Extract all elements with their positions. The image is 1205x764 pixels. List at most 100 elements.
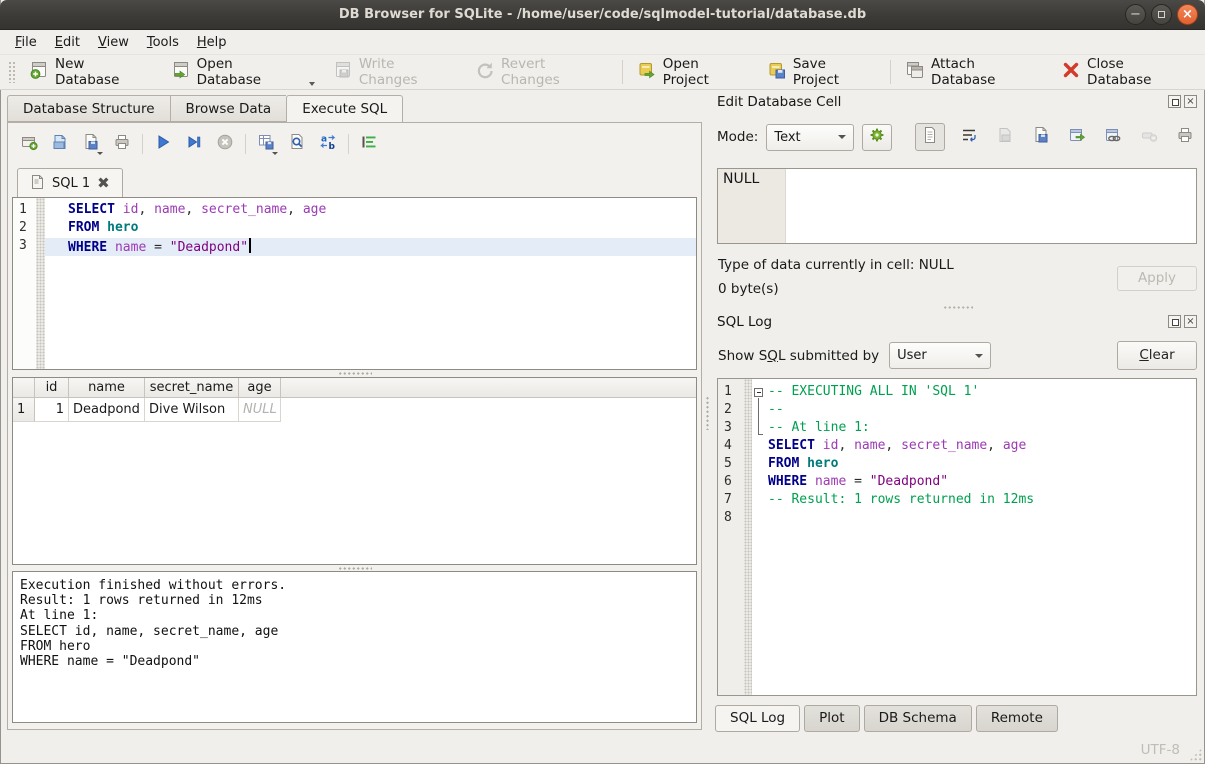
word-wrap-button[interactable] bbox=[358, 133, 380, 155]
float-dock-icon[interactable] bbox=[1168, 95, 1181, 108]
menu-file[interactable]: File bbox=[6, 33, 46, 52]
dock-splitter[interactable] bbox=[943, 305, 973, 310]
open-database-button[interactable]: Open Database bbox=[162, 52, 324, 92]
pane-splitter-grip[interactable] bbox=[705, 396, 710, 430]
sql-editor[interactable]: 1 2 3 SELECT id, name, secret_name, age … bbox=[12, 197, 697, 370]
mode-select-value: Text bbox=[774, 130, 800, 145]
print-button[interactable] bbox=[111, 133, 133, 155]
column-header-id[interactable]: id bbox=[35, 378, 69, 397]
open-project-button[interactable]: Open Project bbox=[628, 52, 758, 92]
cell-age-null[interactable]: NULL bbox=[239, 398, 281, 422]
log-line: -- bbox=[766, 402, 1196, 420]
attach-database-icon bbox=[905, 60, 925, 84]
toolbar-separator bbox=[245, 134, 246, 154]
editor-results-splitter[interactable] bbox=[338, 371, 372, 376]
sql-doc-tab[interactable]: SQL 1 ✖ bbox=[17, 168, 123, 198]
open-database-dropdown-icon[interactable] bbox=[309, 82, 315, 86]
write-changes-label: Write Changes bbox=[359, 56, 457, 88]
sql-log-view[interactable]: 1 2 3 4 5 6 7 8 -- EXECUTING ALL IN 'SQL… bbox=[717, 378, 1197, 696]
cell-mode-row: Mode: Text bbox=[717, 123, 1197, 151]
link-button[interactable] bbox=[1101, 125, 1125, 149]
cell-value-editor[interactable]: NULL bbox=[717, 168, 1197, 244]
cell-size-info: 0 byte(s) bbox=[718, 281, 779, 297]
toolbar-separator bbox=[142, 134, 143, 154]
export-data-button[interactable] bbox=[1065, 125, 1089, 149]
tab-remote[interactable]: Remote bbox=[976, 705, 1058, 732]
title-bar[interactable]: DB Browser for SQLite - /home/user/code/… bbox=[0, 0, 1205, 30]
corner-header-cell[interactable] bbox=[13, 378, 35, 397]
sql-file-icon bbox=[30, 174, 45, 194]
new-tab-icon bbox=[20, 133, 38, 155]
menu-view[interactable]: View bbox=[89, 33, 138, 52]
print-cell-button[interactable] bbox=[1173, 125, 1197, 149]
tab-execute-sql[interactable]: Execute SQL bbox=[286, 95, 403, 123]
save-sql-file-button[interactable] bbox=[80, 133, 102, 155]
word-wrap-button[interactable] bbox=[957, 125, 981, 149]
close-button[interactable]: × bbox=[1177, 4, 1198, 25]
fold-collapse-icon[interactable] bbox=[754, 388, 763, 397]
execution-messages[interactable]: Execution finished without errors. Resul… bbox=[12, 571, 697, 723]
toolbar-drag-handle[interactable] bbox=[8, 61, 16, 83]
encoding-indicator[interactable]: UTF-8 bbox=[1141, 742, 1180, 758]
cell-secret-name[interactable]: Dive Wilson bbox=[145, 398, 239, 422]
save-project-button[interactable]: Save Project bbox=[758, 52, 885, 92]
export-results-dropdown-icon[interactable] bbox=[272, 152, 278, 155]
new-tab-button[interactable] bbox=[18, 133, 40, 155]
cell-edit-area[interactable] bbox=[786, 169, 1196, 243]
row-number-cell[interactable]: 1 bbox=[13, 398, 35, 422]
close-dock-icon[interactable]: × bbox=[1184, 95, 1197, 108]
new-database-button[interactable]: New Database bbox=[20, 52, 162, 92]
word-wrap-icon bbox=[360, 133, 378, 155]
chevron-down-icon bbox=[838, 135, 846, 139]
cell-id[interactable]: 1 bbox=[35, 398, 69, 422]
submitted-by-value: User bbox=[897, 348, 927, 363]
menu-help[interactable]: Help bbox=[188, 33, 236, 52]
open-sql-file-button[interactable] bbox=[49, 133, 71, 155]
execute-current-line-button[interactable] bbox=[183, 133, 205, 155]
open-database-icon bbox=[171, 60, 191, 84]
column-header-secret-name[interactable]: secret_name bbox=[145, 378, 239, 397]
execute-sql-page: ab SQL 1 ✖ 1 2 3 bbox=[7, 122, 702, 730]
tab-database-structure[interactable]: Database Structure bbox=[7, 95, 170, 122]
resize-grip-icon[interactable] bbox=[1189, 748, 1202, 761]
close-icon: × bbox=[1182, 7, 1193, 22]
cell-name[interactable]: Deadpond bbox=[69, 398, 145, 422]
tab-browse-data[interactable]: Browse Data bbox=[170, 95, 287, 122]
log-code-area[interactable]: -- EXECUTING ALL IN 'SQL 1' -- -- At lin… bbox=[766, 379, 1196, 695]
close-dock-icon[interactable]: × bbox=[1184, 315, 1197, 328]
main-left-pane: Database Structure Browse Data Execute S… bbox=[0, 90, 705, 735]
text-mode-button[interactable] bbox=[915, 123, 945, 151]
mode-select[interactable]: Text bbox=[766, 124, 854, 151]
window-controls: − × bbox=[1125, 4, 1198, 25]
menu-edit[interactable]: Edit bbox=[46, 33, 89, 52]
export-results-button[interactable] bbox=[255, 133, 277, 155]
apply-button: Apply bbox=[1117, 266, 1197, 291]
save-sql-dropdown-icon[interactable] bbox=[97, 152, 103, 155]
column-header-age[interactable]: age bbox=[239, 378, 281, 397]
save-as-button[interactable] bbox=[1029, 125, 1053, 149]
attach-database-button[interactable]: Attach Database bbox=[896, 52, 1052, 92]
close-database-button[interactable]: Close Database bbox=[1052, 52, 1201, 92]
close-tab-icon[interactable]: ✖ bbox=[97, 176, 110, 191]
maximize-button[interactable] bbox=[1151, 4, 1172, 25]
find-button[interactable] bbox=[286, 133, 308, 155]
minimize-button[interactable]: − bbox=[1125, 4, 1146, 25]
tab-plot[interactable]: Plot bbox=[804, 705, 859, 732]
editor-code-area[interactable]: SELECT id, name, secret_name, age FROM h… bbox=[45, 198, 696, 369]
line-number: 2 bbox=[718, 402, 744, 420]
auto-switch-mode-button[interactable] bbox=[862, 124, 892, 151]
tab-sql-log[interactable]: SQL Log bbox=[715, 705, 800, 732]
revert-changes-label: Revert Changes bbox=[501, 56, 608, 88]
submitted-by-select[interactable]: User bbox=[889, 342, 991, 369]
menu-tools[interactable]: Tools bbox=[138, 33, 188, 52]
sql-toolbar: ab bbox=[18, 131, 380, 157]
log-line: WHERE name = "Deadpond" bbox=[766, 474, 1196, 492]
open-project-icon bbox=[637, 60, 657, 84]
clear-button[interactable]: Clear bbox=[1117, 341, 1197, 370]
tab-db-schema[interactable]: DB Schema bbox=[864, 705, 972, 732]
replace-button[interactable]: ab bbox=[317, 133, 339, 155]
float-dock-icon[interactable] bbox=[1168, 315, 1181, 328]
column-header-name[interactable]: name bbox=[69, 378, 145, 397]
execute-all-button[interactable] bbox=[152, 133, 174, 155]
svg-text:a: a bbox=[321, 135, 327, 145]
